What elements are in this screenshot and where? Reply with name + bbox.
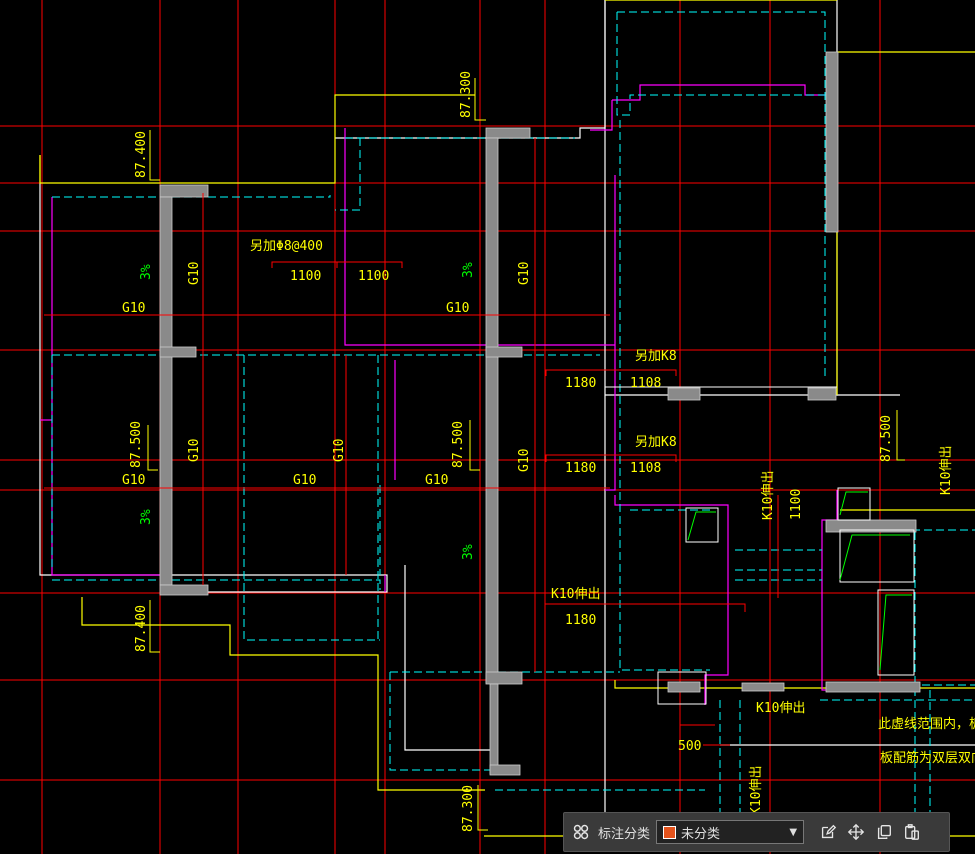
label-elev-87400-bottom: 87.400 (134, 605, 149, 652)
label-k10-ext-4: K10伸出 (756, 701, 805, 716)
chevron-down-icon: ▼ (789, 826, 798, 838)
label-elev-87300-top: 87.300 (459, 71, 474, 118)
label-g10-7: G10 (293, 473, 316, 488)
label-g10-6: G10 (187, 439, 202, 462)
label-g10-4: G10 (517, 262, 532, 285)
label-dim-1108-a: 1108 (630, 376, 661, 391)
category-select-value: 未分类 (681, 826, 721, 842)
label-g10-9: G10 (425, 473, 448, 488)
label-note-1: 此虚线范围内，板厚h= (878, 716, 975, 732)
label-slope-2: 3% (139, 509, 154, 525)
label-g10-10: G10 (517, 449, 532, 472)
label-g10-3: G10 (446, 301, 469, 316)
cad-drawing-canvas[interactable]: 87.400 87.300 87.500 87.500 87.500 87.40… (0, 0, 975, 854)
label-dim-500: 500 (678, 739, 701, 754)
label-elev-87400-top: 87.400 (134, 131, 149, 178)
label-elev-87500-right: 87.500 (879, 415, 894, 462)
label-dim-1108-b: 1108 (630, 461, 661, 476)
label-k10-ext-1: K10伸出 (761, 471, 776, 520)
label-slope-3: 3% (461, 262, 476, 278)
annotation-toolbar: 标注分类 未分类 ▼ (563, 812, 950, 852)
label-k10-ext-3: K10伸出 (551, 587, 600, 602)
label-k10-ext-2: K10伸出 (939, 446, 954, 495)
label-dim-1180-b: 1180 (565, 461, 596, 476)
label-dim-1180-a: 1180 (565, 376, 596, 391)
label-g10-8: G10 (332, 439, 347, 462)
category-color-swatch (663, 825, 677, 839)
label-g10-2: G10 (187, 262, 202, 285)
label-dim-1100-b: 1100 (358, 269, 389, 284)
label-elev-87500-left: 87.500 (129, 421, 144, 468)
label-slope-1: 3% (139, 264, 154, 280)
label-g10-1: G10 (122, 301, 145, 316)
label-elev-87300-bottom: 87.300 (461, 785, 476, 832)
label-dim-1180-c: 1180 (565, 613, 596, 628)
paste-icon[interactable] (898, 818, 926, 846)
annotation-category-select[interactable]: 未分类 ▼ (656, 820, 805, 844)
label-elev-87500-mid: 87.500 (451, 421, 466, 468)
label-k10-ext-5: K10伸出 (749, 766, 764, 815)
annotation-category-label: 标注分类 (598, 826, 651, 842)
label-extra-bar-note: 另加Φ8@400 (250, 239, 323, 254)
label-g10-5: G10 (122, 473, 145, 488)
label-extra-k8-1: 另加K8 (635, 349, 677, 364)
copy-icon[interactable] (870, 818, 898, 846)
label-note-2: 板配筋为双层双向Φ1 (880, 750, 975, 766)
move-icon[interactable] (842, 818, 870, 846)
label-dim-1100-c: 1100 (789, 489, 804, 520)
label-dim-1100-a: 1100 (290, 269, 321, 284)
grid-icon[interactable] (570, 821, 592, 843)
edit-icon[interactable] (814, 818, 842, 846)
label-extra-k8-2: 另加K8 (635, 435, 677, 450)
label-slope-4: 3% (461, 544, 476, 560)
